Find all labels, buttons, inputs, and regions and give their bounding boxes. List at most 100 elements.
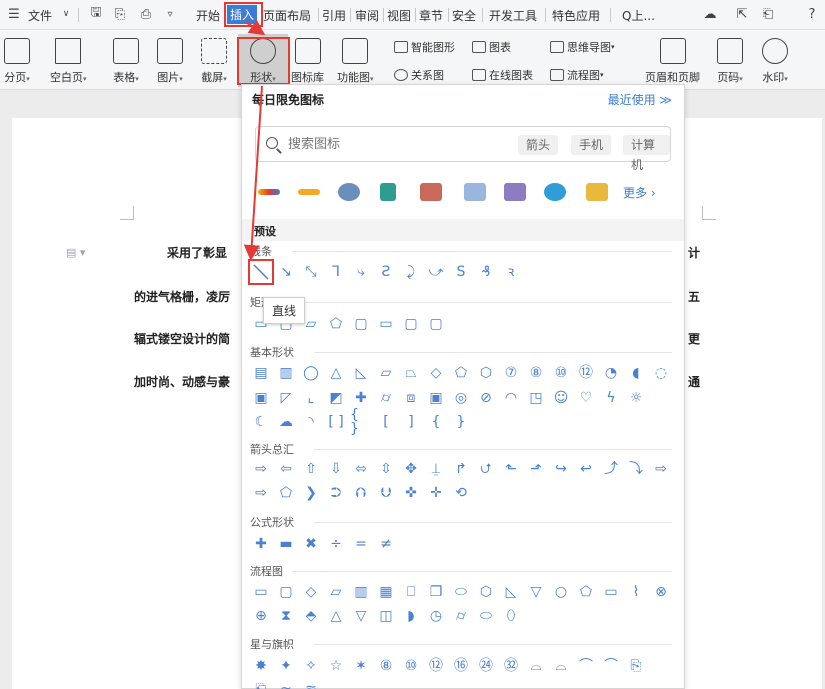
notched-right-arrow-shape[interactable]: ⇨ <box>250 482 272 504</box>
preparation-shape[interactable]: ⬡ <box>475 581 497 603</box>
right-brace-shape[interactable]: } <box>450 411 472 433</box>
chip-phone[interactable]: 手机 <box>571 135 612 155</box>
star-24-shape[interactable]: ㉔ <box>475 655 497 677</box>
tab-developer[interactable]: 开发工具 <box>489 7 537 24</box>
tab-chapter[interactable]: 章节 <box>419 7 443 24</box>
decision-shape[interactable]: ◇ <box>300 581 322 603</box>
down-arrow-callout-shape[interactable]: ⮋ <box>375 482 397 504</box>
curved-ribbon-up-shape[interactable]: ⌒ <box>575 655 597 677</box>
up-arrow-callout-shape[interactable]: ⮉ <box>350 482 372 504</box>
double-wave-shape[interactable]: ≋ <box>300 679 322 689</box>
gears-icon[interactable] <box>338 183 360 201</box>
right-arrow-shape[interactable]: ⇨ <box>250 458 272 480</box>
page-break-button[interactable]: 分页▾ <box>4 30 30 85</box>
year-2020-icon[interactable] <box>258 189 280 195</box>
year-2020-text-icon[interactable] <box>298 189 320 195</box>
teardrop-shape[interactable]: ◌ <box>650 362 672 384</box>
divide-shape[interactable]: ÷ <box>325 533 347 555</box>
dodecagon-shape[interactable]: ⑫ <box>575 362 597 384</box>
diamond-shape[interactable]: ◇ <box>425 362 447 384</box>
star-12-shape[interactable]: ⑫ <box>425 655 447 677</box>
blank-page-button[interactable]: 空白页▾ <box>50 30 87 85</box>
extract-shape[interactable]: △ <box>325 605 347 627</box>
icon-search-box[interactable]: 箭头 手机 计算机 <box>255 126 671 172</box>
summing-junction-shape[interactable]: ⊗ <box>650 581 672 603</box>
sequential-access-shape[interactable]: ◷ <box>425 605 447 627</box>
left-right-arrow-shape[interactable]: ⬄ <box>350 458 372 480</box>
right-bracket-shape[interactable]: ] <box>400 411 422 433</box>
table-button[interactable]: 表格▾ <box>113 30 139 85</box>
magnetic-disk-shape[interactable]: ⌭ <box>450 605 472 627</box>
tab-features[interactable]: 特色应用 <box>552 7 600 24</box>
pie-shape[interactable]: ◔ <box>600 362 622 384</box>
cube-shape[interactable]: ⧈ <box>400 387 422 409</box>
stored-data-shape[interactable]: ◫ <box>375 605 397 627</box>
up-down-arrow-shape[interactable]: ⇳ <box>375 458 397 480</box>
more-icons-link[interactable]: 更多 › <box>623 184 656 201</box>
tab-home[interactable]: 开始 <box>196 7 220 24</box>
history-icon[interactable]: ⎗ <box>760 6 776 22</box>
curved-up-arrow-shape[interactable]: ⤴ <box>600 458 622 480</box>
curved-ribbon-down-shape[interactable]: ⌒ <box>600 655 622 677</box>
export-icon[interactable]: ⎘ <box>112 6 128 22</box>
display-shape[interactable]: ⬯ <box>500 605 522 627</box>
star-6-shape[interactable]: ☆ <box>325 655 347 677</box>
terminator-shape[interactable]: ⬭ <box>450 581 472 603</box>
vertical-scroll-shape[interactable]: ⎘ <box>625 655 647 677</box>
plus-shape[interactable]: ✚ <box>250 533 272 555</box>
punched-tape-shape[interactable]: ⌇ <box>625 581 647 603</box>
icon-search-input[interactable] <box>288 137 468 152</box>
star-10-shape[interactable]: ⑩ <box>400 655 422 677</box>
hexagon-shape[interactable]: ⬡ <box>475 362 497 384</box>
left-bracket-shape[interactable]: [ <box>375 411 397 433</box>
down-arrow-shape[interactable]: ⇩ <box>325 458 347 480</box>
multiply-shape[interactable]: ✖ <box>300 533 322 555</box>
cross-shape[interactable]: ✚ <box>350 387 372 409</box>
ribbon-up-shape[interactable]: ⌓ <box>525 655 547 677</box>
bevel-shape[interactable]: ▣ <box>425 387 447 409</box>
star-32-shape[interactable]: ㉜ <box>500 655 522 677</box>
share-icon[interactable]: ⇱ <box>734 6 750 22</box>
cloud-shape[interactable]: ☁ <box>275 411 297 433</box>
no-symbol-shape[interactable]: ⊘ <box>475 387 497 409</box>
heptagon-shape[interactable]: ⑦ <box>500 362 522 384</box>
trapezoid-shape[interactable]: ⏢ <box>400 362 422 384</box>
snip-two-corner-rectangle-shape[interactable]: ⬠ <box>325 313 347 335</box>
triangle-shape[interactable]: △ <box>325 362 347 384</box>
bent-arrow-shape[interactable]: ↱ <box>450 458 472 480</box>
chevron-down-icon[interactable]: ∨ <box>58 6 74 22</box>
relation-chart-button[interactable]: 关系图 <box>394 67 444 83</box>
or-shape[interactable]: ⊕ <box>250 605 272 627</box>
snip-round-rectangle-shape[interactable]: ▢ <box>350 313 372 335</box>
chord-shape[interactable]: ◖ <box>625 362 647 384</box>
monitor-icon[interactable] <box>586 183 608 201</box>
merge-shape[interactable]: ▽ <box>350 605 372 627</box>
frame-shape[interactable]: ▣ <box>250 387 272 409</box>
curved-left-arrow-shape[interactable]: ↩ <box>575 458 597 480</box>
left-right-arrow-callout-shape[interactable]: ✜ <box>400 482 422 504</box>
star-5-shape[interactable]: ✧ <box>300 655 322 677</box>
curve-shape[interactable]: S <box>450 261 472 283</box>
bent-up-arrow-shape[interactable]: ⬏ <box>525 458 547 480</box>
paragraph-handle-icon[interactable]: ▤ ▾ <box>66 246 85 259</box>
flowchart-button[interactable]: 流程图 ▾ <box>550 67 604 83</box>
can-shape[interactable]: ⌭ <box>375 387 397 409</box>
delay-shape[interactable]: ◗ <box>400 605 422 627</box>
chip-arrow[interactable]: 箭头 <box>518 135 559 155</box>
decagon-shape[interactable]: ⑩ <box>550 362 572 384</box>
heart-shape[interactable]: ♡ <box>575 387 597 409</box>
horizontal-scroll-shape[interactable]: ⎗ <box>250 679 272 689</box>
help-icon[interactable]: ? <box>804 6 820 22</box>
curved-right-arrow-shape[interactable]: ↪ <box>550 458 572 480</box>
tab-page-layout[interactable]: 页面布局 <box>263 7 311 24</box>
arrow-line-shape[interactable]: ↘ <box>275 261 297 283</box>
straight-line-shape[interactable] <box>248 259 274 285</box>
card-shape[interactable]: ▭ <box>600 581 622 603</box>
screenshot-button[interactable]: 截屏▾ <box>201 30 227 85</box>
round-diagonal-corner-shape[interactable]: ▢ <box>400 313 422 335</box>
manual-input-shape[interactable]: ◺ <box>500 581 522 603</box>
equal-shape[interactable]: = <box>350 533 372 555</box>
tab-review[interactable]: 审阅 <box>355 7 379 24</box>
round-single-corner-shape[interactable]: ▭ <box>375 313 397 335</box>
header-footer-button[interactable]: 页眉和页脚 <box>645 30 700 85</box>
